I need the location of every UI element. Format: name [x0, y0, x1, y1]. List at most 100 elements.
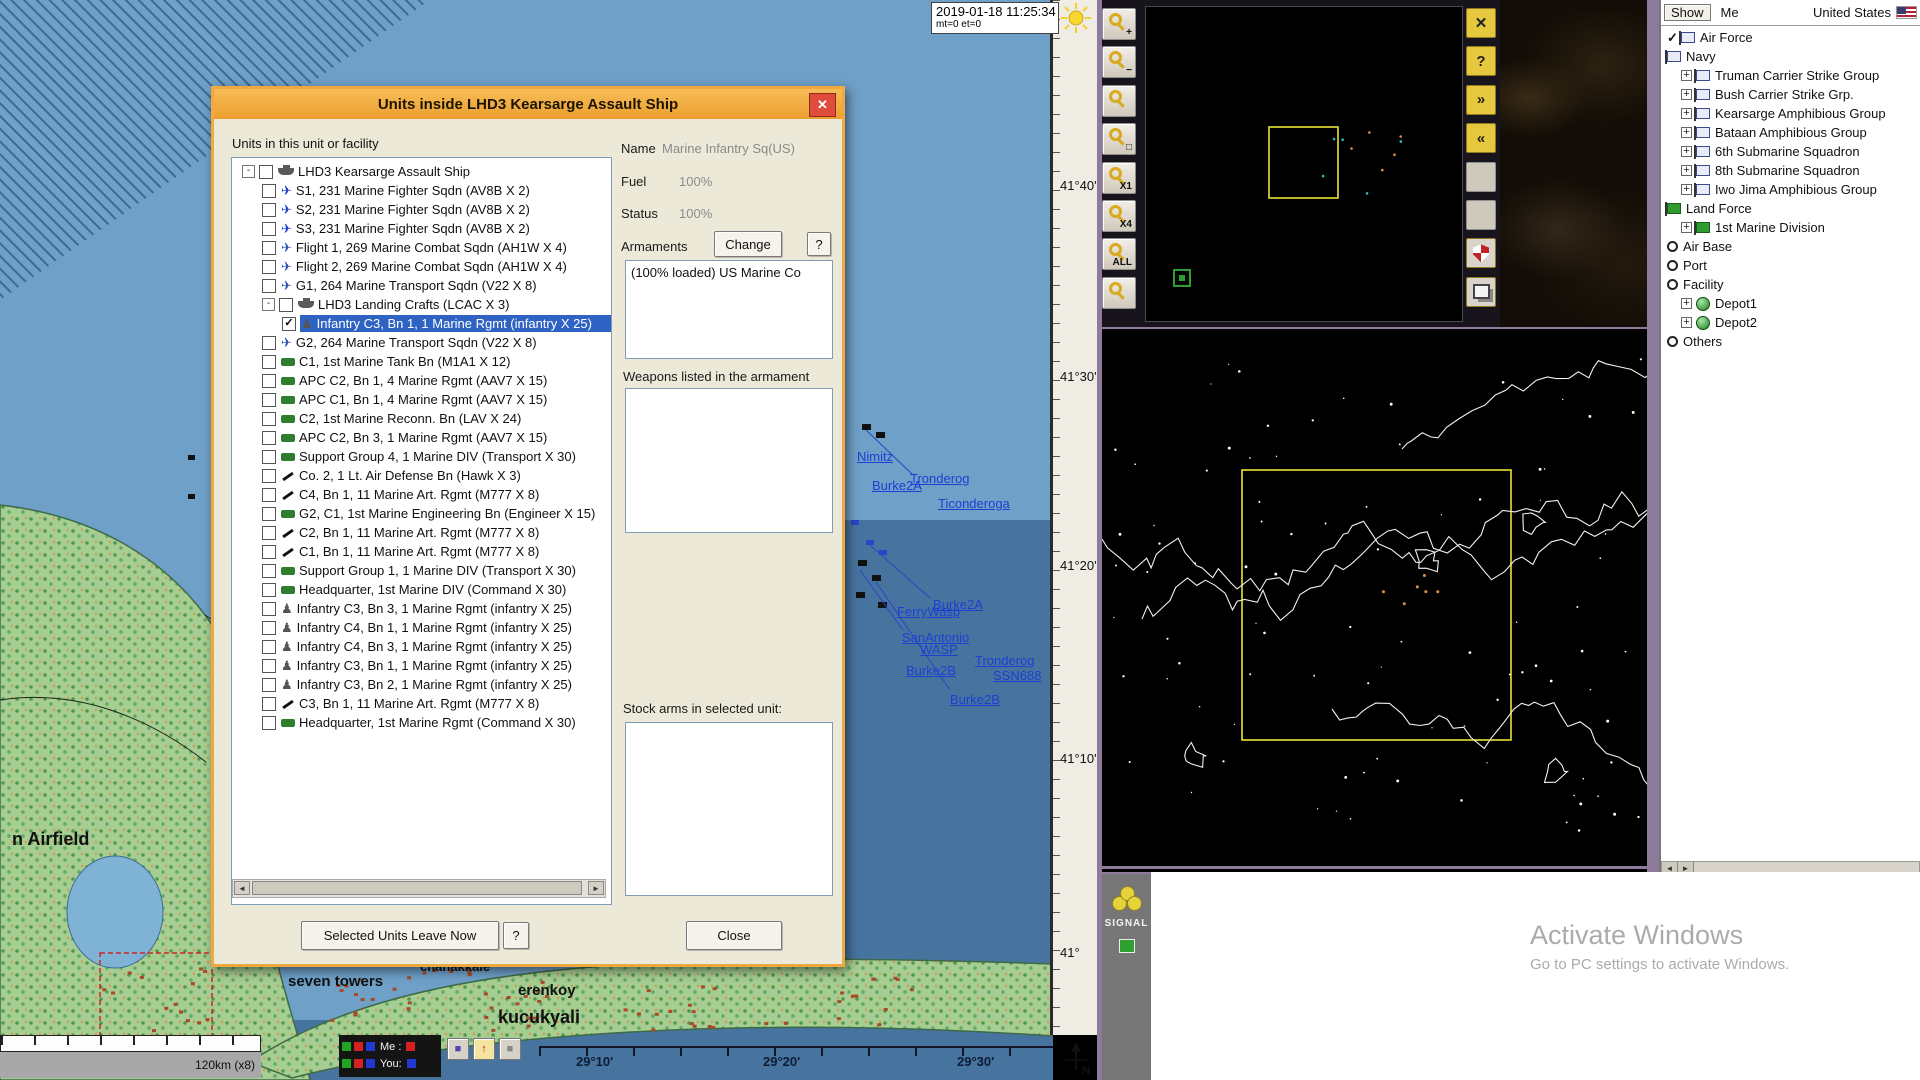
- expand-icon[interactable]: +: [1681, 127, 1692, 138]
- force-tree-item[interactable]: +6th Submarine Squadron: [1661, 142, 1920, 161]
- change-armament-button[interactable]: Change: [714, 231, 782, 257]
- unit-checkbox[interactable]: [262, 355, 276, 369]
- layers-button[interactable]: [1466, 277, 1496, 307]
- unit-tree-item[interactable]: -LHD3 Landing Crafts (LCAC X 3): [232, 295, 611, 314]
- unit-checkbox[interactable]: [262, 431, 276, 445]
- blank-2-button[interactable]: [1466, 200, 1496, 230]
- force-tree-item[interactable]: +Iwo Jima Amphibious Group: [1661, 180, 1920, 199]
- unit-checkbox[interactable]: [262, 260, 276, 274]
- scroll-right-button[interactable]: ►: [588, 881, 604, 895]
- unit-tree-item[interactable]: S2, 231 Marine Fighter Sqdn (AV8B X 2): [232, 200, 611, 219]
- force-tree-item[interactable]: +Bataan Amphibious Group: [1661, 123, 1920, 142]
- ship-label[interactable]: Burke2B: [950, 692, 1000, 707]
- unit-tree-item[interactable]: Flight 2, 269 Marine Combat Sqdn (AH1W X…: [232, 257, 611, 276]
- scroll-thumb[interactable]: [252, 881, 582, 895]
- armament-box[interactable]: (100% loaded) US Marine Co: [625, 260, 833, 359]
- unit-tree-item[interactable]: C1, 1st Marine Tank Bn (M1A1 X 12): [232, 352, 611, 371]
- zoom-area-button[interactable]: [1102, 85, 1136, 117]
- ship-label[interactable]: Nimitz: [857, 449, 893, 464]
- force-tree-item[interactable]: ✓Air Force: [1661, 28, 1920, 47]
- unit-tree-item[interactable]: Co. 2, 1 Lt. Air Defense Bn (Hawk X 3): [232, 466, 611, 485]
- unit-checkbox[interactable]: [262, 222, 276, 236]
- collapse-icon[interactable]: -: [262, 298, 275, 311]
- unit-tree-item[interactable]: C2, 1st Marine Reconn. Bn (LAV X 24): [232, 409, 611, 428]
- unit-checkbox[interactable]: [262, 184, 276, 198]
- unit-tree-item[interactable]: Support Group 1, 1 Marine DIV (Transport…: [232, 561, 611, 580]
- unit-checkbox[interactable]: [262, 678, 276, 692]
- unit-checkbox[interactable]: [262, 203, 276, 217]
- ship-label[interactable]: FerryWasp: [897, 604, 960, 619]
- collapse-icon[interactable]: -: [242, 165, 255, 178]
- zoom-out-button[interactable]: −: [1102, 46, 1136, 78]
- unit-tree-item[interactable]: G2, C1, 1st Marine Engineering Bn (Engin…: [232, 504, 611, 523]
- expand-icon[interactable]: +: [1681, 89, 1692, 100]
- tree-scrollbar[interactable]: ◄ ►: [232, 879, 606, 898]
- dialog-close-button[interactable]: Close: [686, 921, 782, 950]
- unit-tree-item[interactable]: Infantry C4, Bn 3, 1 Marine Rgmt (infant…: [232, 637, 611, 656]
- unit-tree-item[interactable]: APC C2, Bn 3, 1 Marine Rgmt (AAV7 X 15): [232, 428, 611, 447]
- unit-tree-item[interactable]: APC C2, Bn 1, 4 Marine Rgmt (AAV7 X 15): [232, 371, 611, 390]
- leave-now-button[interactable]: Selected Units Leave Now: [301, 921, 499, 950]
- unit-tree-item[interactable]: C1, Bn 1, 11 Marine Art. Rgmt (M777 X 8): [232, 542, 611, 561]
- armament-help-button[interactable]: ?: [807, 232, 831, 256]
- expand-icon[interactable]: +: [1681, 146, 1692, 157]
- ship-label[interactable]: WASP: [920, 642, 958, 657]
- strategic-radar-map[interactable]: [1102, 327, 1647, 869]
- force-tree-item[interactable]: +Kearsarge Amphibious Group: [1661, 104, 1920, 123]
- unit-tree-item[interactable]: C3, Bn 1, 11 Marine Art. Rgmt (M777 X 8): [232, 694, 611, 713]
- unit-tree-item[interactable]: C2, Bn 1, 11 Marine Art. Rgmt (M777 X 8): [232, 523, 611, 542]
- unit-checkbox[interactable]: [262, 507, 276, 521]
- close-button[interactable]: ✕: [1466, 8, 1496, 38]
- ship-label[interactable]: SSN688: [993, 668, 1041, 683]
- unit-checkbox[interactable]: [262, 412, 276, 426]
- force-tree-item[interactable]: +Depot2: [1661, 313, 1920, 332]
- unit-checkbox[interactable]: [262, 659, 276, 673]
- force-tree-item[interactable]: +8th Submarine Squadron: [1661, 161, 1920, 180]
- back-button[interactable]: «: [1466, 123, 1496, 153]
- force-tree[interactable]: ✓Air ForceNavy+Truman Carrier Strike Gro…: [1661, 28, 1920, 351]
- unit-tree-item[interactable]: Infantry C3, Bn 2, 1 Marine Rgmt (infant…: [232, 675, 611, 694]
- unit-checkbox[interactable]: ✓: [282, 317, 296, 331]
- unit-tree-item[interactable]: Infantry C3, Bn 1, 1 Marine Rgmt (infant…: [232, 656, 611, 675]
- shield-button[interactable]: [1466, 238, 1496, 268]
- force-tree-item[interactable]: +Bush Carrier Strike Grp.: [1661, 85, 1920, 104]
- unit-checkbox[interactable]: [262, 564, 276, 578]
- unit-tree-item[interactable]: G2, 264 Marine Transport Sqdn (V22 X 8): [232, 333, 611, 352]
- unit-tree-item[interactable]: Headquarter, 1st Marine Rgmt (Command X …: [232, 713, 611, 732]
- unit-checkbox[interactable]: [262, 488, 276, 502]
- dialog-titlebar[interactable]: Units inside LHD3 Kearsarge Assault Ship…: [214, 89, 842, 119]
- force-tree-item[interactable]: Air Base: [1661, 237, 1920, 256]
- unit-checkbox[interactable]: [262, 583, 276, 597]
- weapons-list-box[interactable]: [625, 388, 833, 533]
- expand-icon[interactable]: +: [1681, 317, 1692, 328]
- force-tree-item[interactable]: +1st Marine Division: [1661, 218, 1920, 237]
- force-tree-item[interactable]: Port: [1661, 256, 1920, 275]
- expand-icon[interactable]: +: [1681, 222, 1692, 233]
- ship-label[interactable]: Tronderog: [910, 471, 970, 486]
- dialog-help-button[interactable]: ?: [503, 922, 529, 949]
- zoom-all-button[interactable]: ALL: [1102, 238, 1136, 270]
- unit-checkbox[interactable]: [262, 545, 276, 559]
- force-tree-item[interactable]: +Truman Carrier Strike Group: [1661, 66, 1920, 85]
- zoom-x4-button[interactable]: X4: [1102, 200, 1136, 232]
- unit-checkbox[interactable]: [262, 526, 276, 540]
- unit-tree-item[interactable]: C4, Bn 1, 11 Marine Art. Rgmt (M777 X 8): [232, 485, 611, 504]
- show-button[interactable]: Show: [1664, 4, 1711, 21]
- minimap[interactable]: [1145, 6, 1463, 322]
- unit-checkbox[interactable]: [262, 450, 276, 464]
- unit-checkbox[interactable]: [262, 241, 276, 255]
- unit-checkbox[interactable]: [262, 393, 276, 407]
- unit-checkbox[interactable]: [259, 165, 273, 179]
- minimap-viewport-rect[interactable]: [1269, 127, 1338, 198]
- unit-checkbox[interactable]: [262, 640, 276, 654]
- help-button[interactable]: ?: [1466, 46, 1496, 76]
- unit-tree-item[interactable]: Infantry C3, Bn 3, 1 Marine Rgmt (infant…: [232, 599, 611, 618]
- zoom-prev-button[interactable]: [1102, 277, 1136, 309]
- force-tree-item[interactable]: Facility: [1661, 275, 1920, 294]
- me-tab[interactable]: Me: [1721, 5, 1739, 20]
- unit-tree-item[interactable]: Flight 1, 269 Marine Combat Sqdn (AH1W X…: [232, 238, 611, 257]
- unit-checkbox[interactable]: [262, 279, 276, 293]
- unit-checkbox[interactable]: [279, 298, 293, 312]
- expand-icon[interactable]: +: [1681, 70, 1692, 81]
- unit-tree-item[interactable]: -LHD3 Kearsarge Assault Ship: [232, 162, 611, 181]
